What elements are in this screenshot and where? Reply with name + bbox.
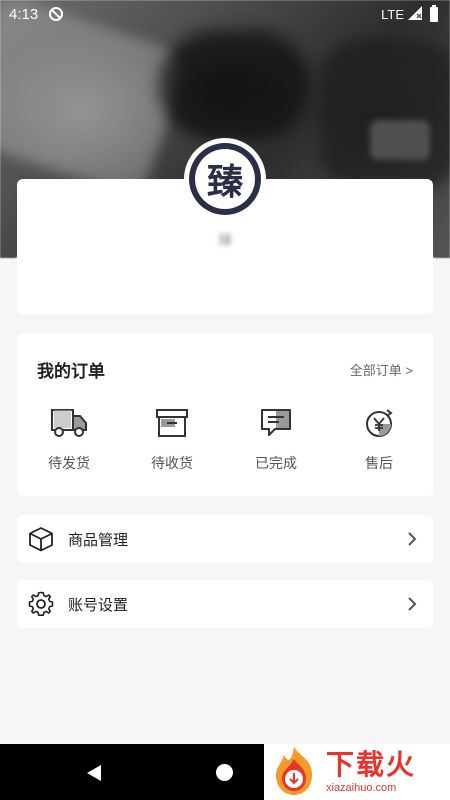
order-pending-shipment[interactable]: 待发货 (29, 403, 109, 473)
order-label: 待收货 (151, 455, 193, 471)
chevron-right-icon (407, 596, 419, 612)
chevron-right-icon (407, 531, 419, 547)
yen-refund-icon (357, 403, 401, 443)
home-icon[interactable] (216, 764, 233, 781)
all-orders-link[interactable]: 全部订单 > (350, 360, 413, 379)
network-type: LTE (381, 6, 404, 22)
dnd-icon (48, 6, 64, 22)
chat-bubble-icon (254, 403, 298, 443)
watermark-title: 下载火 (326, 749, 417, 780)
watermark-logo: 下载火 xiazaihuo.com (264, 744, 450, 800)
order-completed[interactable]: 已完成 (236, 403, 316, 473)
back-icon[interactable] (86, 764, 102, 787)
my-orders-card: 我的订单 全部订单 > 待发货 待收货 已完成 售后 (17, 333, 433, 496)
avatar[interactable]: 臻 (186, 140, 264, 218)
order-label: 售后 (365, 455, 393, 471)
menu-account-settings[interactable]: 账号设置 (17, 580, 433, 628)
signal-icon (408, 5, 422, 23)
order-pending-receipt[interactable]: 待收货 (132, 403, 212, 473)
status-bar: 4:13 LTE (0, 0, 450, 28)
box-icon (150, 403, 194, 443)
avatar-logo: 臻 (195, 149, 255, 209)
menu-label: 商品管理 (68, 531, 129, 549)
menu-product-management[interactable]: 商品管理 (17, 515, 433, 563)
username: 臻 (218, 232, 232, 248)
watermark-url: xiazaihuo.com (326, 782, 397, 794)
orders-title: 我的订单 (37, 362, 105, 381)
status-time: 4:13 (9, 5, 39, 23)
cube-icon (28, 526, 54, 552)
menu-label: 账号设置 (68, 596, 129, 614)
truck-icon (47, 403, 91, 443)
order-after-sales[interactable]: 售后 (339, 403, 419, 473)
order-label: 待发货 (48, 455, 90, 471)
battery-icon (430, 4, 438, 22)
order-label: 已完成 (255, 455, 297, 471)
gear-icon (28, 591, 54, 617)
flame-logo-icon (276, 747, 312, 795)
